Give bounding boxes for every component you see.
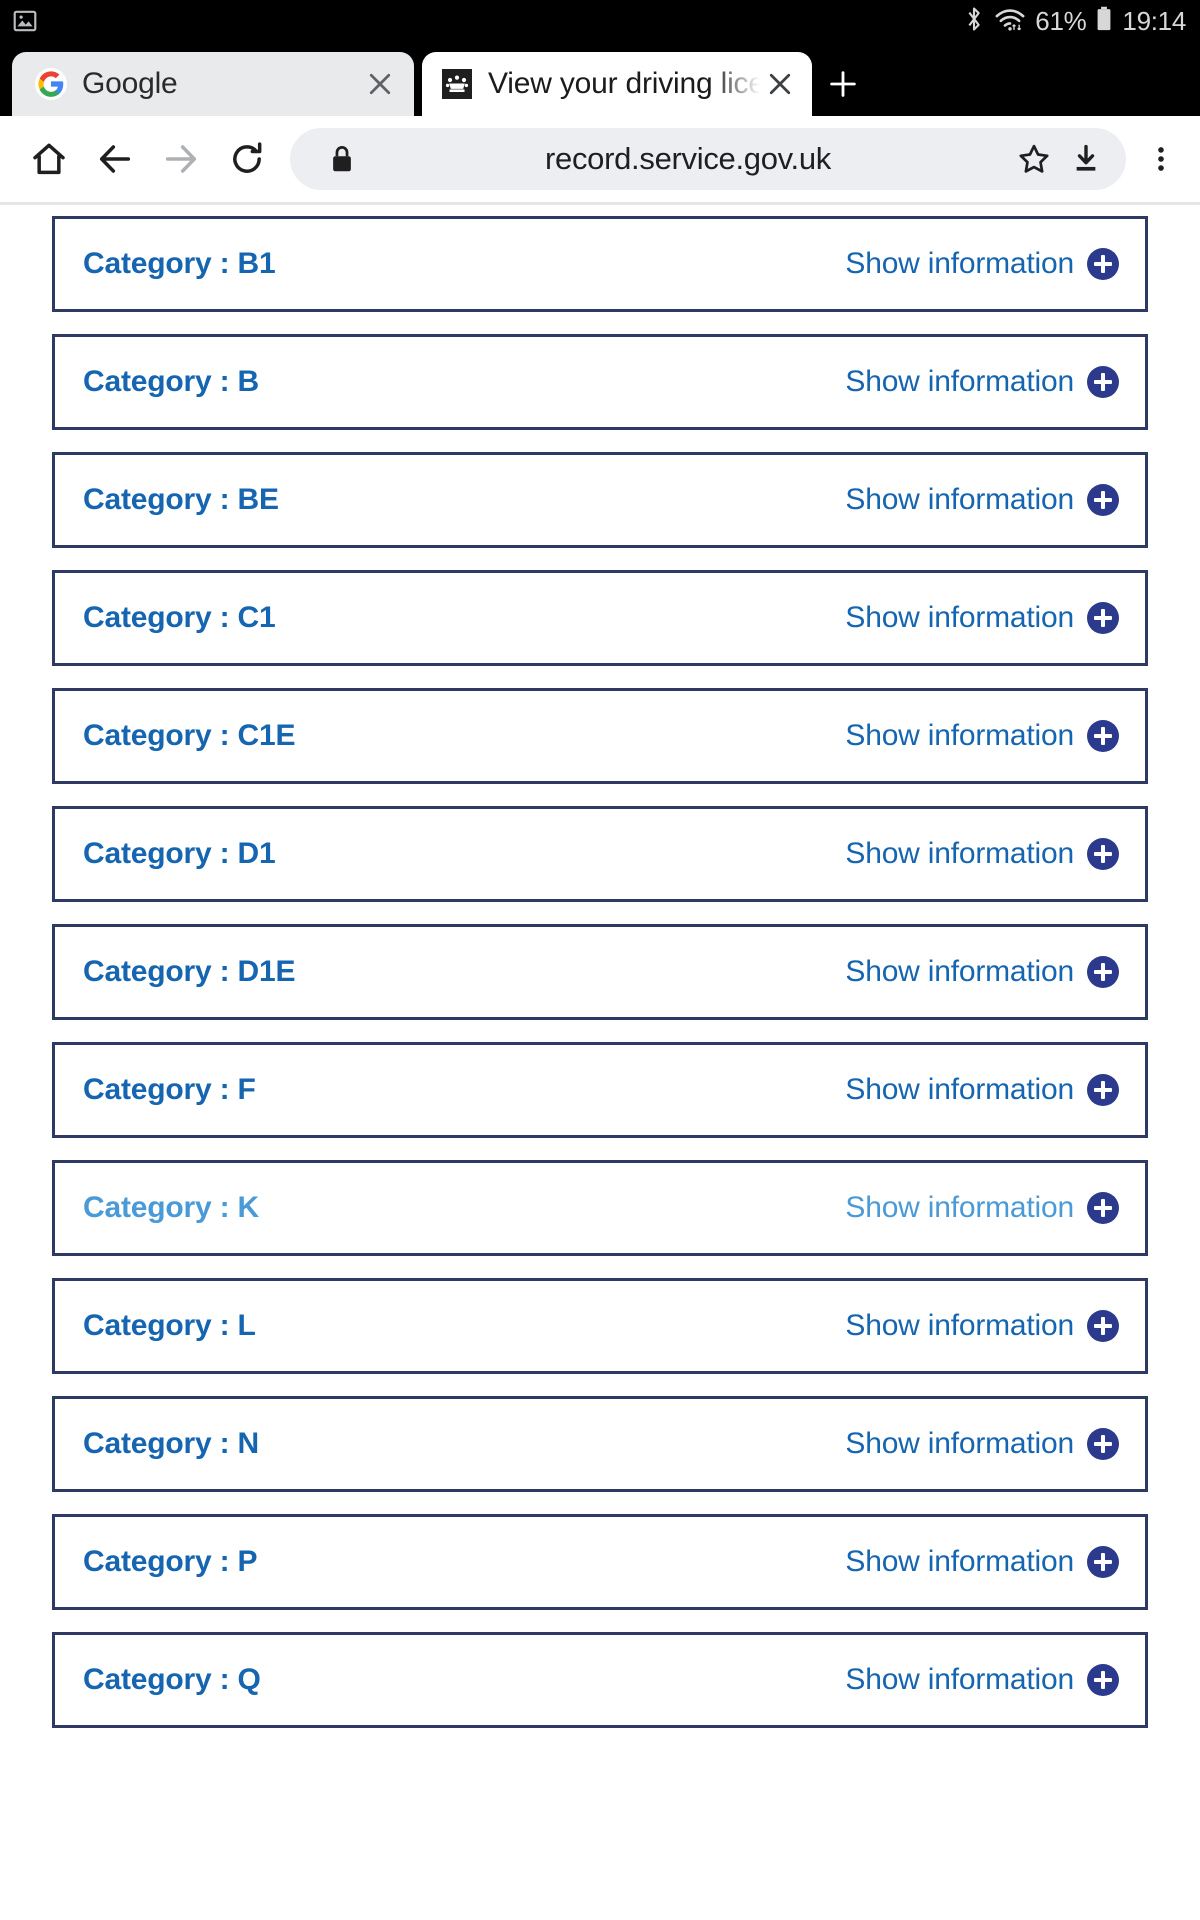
show-information-label: Show information — [845, 719, 1074, 752]
star-icon[interactable] — [1008, 133, 1060, 185]
accordion-card[interactable]: Category : B Show information — [52, 334, 1148, 430]
url-text: record.service.gov.uk — [544, 141, 832, 176]
forward-arrow-icon — [148, 126, 214, 192]
category-title[interactable]: Category : B — [83, 365, 259, 399]
show-information-label: Show information — [845, 601, 1074, 634]
govuk-crown-icon — [440, 67, 474, 101]
status-clock: 19:14 — [1122, 5, 1186, 36]
category-title[interactable]: Category : B1 — [83, 247, 276, 281]
accordion-card[interactable]: Category : Q Show information — [52, 1632, 1148, 1728]
show-information-toggle[interactable]: Show information — [845, 365, 1119, 399]
accordion-card[interactable]: Category : K Show information — [52, 1160, 1148, 1256]
show-information-label: Show information — [845, 247, 1074, 280]
lock-icon[interactable] — [316, 133, 368, 185]
tab-driving-licence[interactable]: View your driving licen — [422, 52, 812, 116]
url-bar[interactable]: record.service.gov.uk — [290, 128, 1126, 190]
show-information-toggle[interactable]: Show information — [845, 1545, 1119, 1579]
show-information-label: Show information — [845, 837, 1074, 870]
battery-icon — [1095, 5, 1113, 38]
accordion-card[interactable]: Category : P Show information — [52, 1514, 1148, 1610]
google-g-icon — [34, 67, 68, 101]
status-bar: 61% 19:14 — [0, 0, 1200, 42]
show-information-label: Show information — [845, 1191, 1074, 1224]
bluetooth-icon — [963, 5, 985, 38]
plus-icon[interactable] — [1087, 720, 1119, 752]
reload-icon[interactable] — [214, 126, 280, 192]
show-information-label: Show information — [845, 1073, 1074, 1106]
accordion-card[interactable]: Category : C1E Show information — [52, 688, 1148, 784]
show-information-toggle[interactable]: Show information — [845, 483, 1119, 517]
gallery-icon — [12, 8, 38, 34]
accordion-card[interactable]: Category : C1 Show information — [52, 570, 1148, 666]
category-title[interactable]: Category : BE — [83, 483, 279, 517]
show-information-label: Show information — [845, 1545, 1074, 1578]
category-title[interactable]: Category : P — [83, 1545, 258, 1579]
category-title[interactable]: Category : F — [83, 1073, 256, 1107]
overflow-menu-icon[interactable] — [1132, 126, 1190, 192]
show-information-toggle[interactable]: Show information — [845, 601, 1119, 635]
plus-icon[interactable] — [1087, 602, 1119, 634]
tab-title: Google — [82, 67, 178, 100]
licence-categories-page: Category : B1 Show information Category : … — [0, 205, 1200, 1728]
show-information-toggle[interactable]: Show information — [845, 247, 1119, 281]
status-bar-right: 61% 19:14 — [963, 5, 1186, 38]
show-information-label: Show information — [845, 365, 1074, 398]
new-tab-button[interactable] — [812, 52, 874, 116]
tab-close-icon[interactable] — [760, 64, 800, 104]
plus-icon[interactable] — [1087, 1192, 1119, 1224]
battery-percent: 61% — [1035, 5, 1087, 36]
show-information-toggle[interactable]: Show information — [845, 1663, 1119, 1697]
category-title[interactable]: Category : Q — [83, 1663, 261, 1697]
show-information-label: Show information — [845, 1309, 1074, 1342]
status-bar-left — [12, 8, 38, 34]
show-information-toggle[interactable]: Show information — [845, 1427, 1119, 1461]
plus-icon[interactable] — [1087, 248, 1119, 280]
show-information-toggle[interactable]: Show information — [845, 1073, 1119, 1107]
show-information-label: Show information — [845, 955, 1074, 988]
show-information-label: Show information — [845, 1427, 1074, 1460]
tab-strip: Google View your driving licen — [0, 42, 1200, 116]
plus-icon[interactable] — [1087, 1664, 1119, 1696]
accordion-card[interactable]: Category : F Show information — [52, 1042, 1148, 1138]
plus-icon[interactable] — [1087, 956, 1119, 988]
plus-icon[interactable] — [1087, 838, 1119, 870]
show-information-toggle[interactable]: Show information — [845, 1191, 1119, 1225]
category-title[interactable]: Category : D1E — [83, 955, 295, 989]
show-information-label: Show information — [845, 483, 1074, 516]
accordion-card[interactable]: Category : D1 Show information — [52, 806, 1148, 902]
plus-icon[interactable] — [1087, 1546, 1119, 1578]
plus-icon[interactable] — [1087, 484, 1119, 516]
show-information-toggle[interactable]: Show information — [845, 955, 1119, 989]
category-title[interactable]: Category : D1 — [83, 837, 276, 871]
tab-title: View your driving licen — [488, 67, 760, 100]
plus-icon[interactable] — [1087, 366, 1119, 398]
category-title[interactable]: Category : L — [83, 1309, 256, 1343]
show-information-label: Show information — [845, 1663, 1074, 1696]
category-title[interactable]: Category : C1 — [83, 601, 276, 635]
accordion-card[interactable]: Category : BE Show information — [52, 452, 1148, 548]
plus-icon[interactable] — [1087, 1310, 1119, 1342]
accordion-card[interactable]: Category : N Show information — [52, 1396, 1148, 1492]
tab-google[interactable]: Google — [12, 52, 414, 116]
browser-toolbar: record.service.gov.uk — [0, 116, 1200, 202]
accordion-card[interactable]: Category : B1 Show information — [52, 216, 1148, 312]
category-title[interactable]: Category : N — [83, 1427, 259, 1461]
accordion-card[interactable]: Category : D1E Show information — [52, 924, 1148, 1020]
show-information-toggle[interactable]: Show information — [845, 1309, 1119, 1343]
category-title[interactable]: Category : K — [83, 1191, 259, 1225]
category-title[interactable]: Category : C1E — [83, 719, 295, 753]
back-arrow-icon[interactable] — [82, 126, 148, 192]
download-icon[interactable] — [1060, 133, 1112, 185]
plus-icon[interactable] — [1087, 1428, 1119, 1460]
show-information-toggle[interactable]: Show information — [845, 837, 1119, 871]
home-icon[interactable] — [16, 126, 82, 192]
accordion-list: Category : B1 Show information Category : … — [52, 216, 1148, 1728]
show-information-toggle[interactable]: Show information — [845, 719, 1119, 753]
wifi-icon — [994, 5, 1026, 38]
accordion-card[interactable]: Category : L Show information — [52, 1278, 1148, 1374]
tab-close-icon[interactable] — [360, 64, 400, 104]
plus-icon[interactable] — [1087, 1074, 1119, 1106]
